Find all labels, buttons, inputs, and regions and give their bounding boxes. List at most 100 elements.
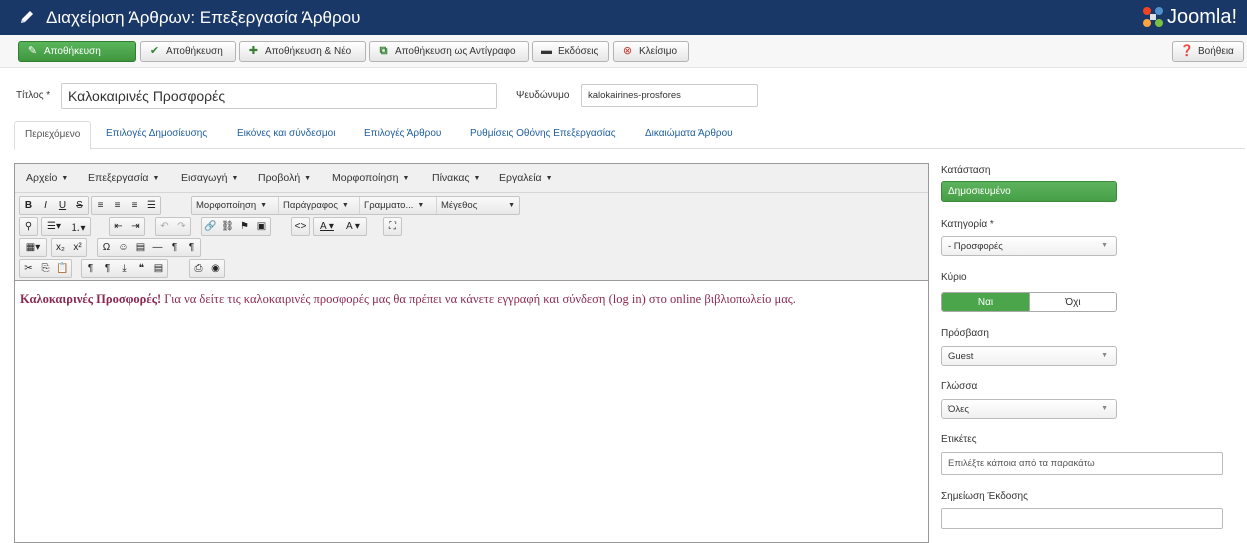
media-icon[interactable]: ▤ — [132, 239, 149, 256]
format-select[interactable]: Μορφοποίηση ▼ — [192, 197, 279, 214]
menu-format[interactable]: Μορφοποίηση ▼ — [332, 172, 409, 184]
tags-input[interactable]: Επιλέξτε κάποια από τα παρακάτω — [941, 452, 1223, 475]
help-button[interactable]: ❓ Βοήθεια — [1172, 41, 1244, 62]
special-char-icon[interactable]: Ω — [98, 239, 115, 256]
text-color-icon[interactable]: A ▾ — [314, 218, 340, 235]
language-select[interactable]: Όλες ▼ — [941, 399, 1117, 419]
chevron-down-icon: ▼ — [1101, 405, 1108, 412]
indent-icon[interactable]: ⇥ — [127, 218, 144, 235]
status-label: Κατάσταση — [941, 165, 991, 176]
outdent-icon[interactable]: ⇤ — [110, 218, 127, 235]
menu-file[interactable]: Αρχείο ▼ — [26, 172, 68, 184]
numbered-list-icon[interactable]: ⒈▾ — [66, 218, 90, 235]
undo-icon[interactable]: ↶ — [156, 218, 173, 235]
menu-edit[interactable]: Επεξεργασία ▼ — [88, 172, 159, 184]
anchor-icon[interactable]: ⚑ — [236, 218, 253, 235]
find-replace-icon[interactable]: ⚲ — [20, 218, 37, 235]
unlink-icon[interactable]: ⛓ — [219, 218, 236, 235]
paragraph-select[interactable]: Παράγραφος ▼ — [279, 197, 360, 214]
bold-icon[interactable]: B — [20, 197, 37, 214]
versions-button[interactable]: ▬ Εκδόσεις — [532, 41, 609, 62]
save-button[interactable]: ✎ Αποθήκευση — [18, 41, 136, 62]
insert-icon[interactable]: ⤓ — [116, 260, 133, 277]
content-bold-text: Καλοκαιρινές Προσφορές! — [20, 292, 162, 306]
link-icon[interactable]: 🔗 — [202, 218, 219, 235]
featured-toggle: Ναι Όχι — [941, 292, 1117, 312]
featured-no-button[interactable]: Όχι — [1029, 293, 1116, 311]
subscript-icon[interactable]: x₂ — [52, 239, 69, 256]
image-icon[interactable]: ▣ — [253, 218, 270, 235]
editor-content[interactable]: Καλοκαιρινές Προσφορές! Για να δείτε τις… — [20, 292, 796, 307]
tab-images-links[interactable]: Εικόνες και σύνδεσμοι — [237, 121, 335, 149]
superscript-icon[interactable]: x² — [69, 239, 86, 256]
page-title: Διαχείριση Άρθρων: Επεξεργασία Άρθρου — [46, 8, 361, 27]
menu-view[interactable]: Προβολή ▼ — [258, 172, 311, 184]
italic-icon[interactable]: I — [37, 197, 54, 214]
clipboard-group: ✂ ⎘ 📋 — [19, 259, 72, 278]
close-button[interactable]: ⊗ Κλείσιμο — [613, 41, 689, 62]
redo-icon[interactable]: ↷ — [173, 218, 190, 235]
title-input[interactable]: Καλοκαιρινές Προσφορές — [61, 83, 497, 109]
save-copy-button[interactable]: ⧉ Αποθήκευση ως Αντίγραφο — [369, 41, 529, 62]
title-label: Τίτλος * — [16, 90, 51, 101]
menu-table[interactable]: Πίνακας ▼ — [432, 172, 480, 184]
save-copy-label: Αποθήκευση ως Αντίγραφο — [395, 46, 516, 57]
joomla-logo[interactable]: Joomla! — [1141, 3, 1237, 31]
tab-content[interactable]: Περιεχόμενο — [14, 121, 92, 150]
access-select[interactable]: Guest ▼ — [941, 346, 1117, 366]
chevron-down-icon: ▼ — [231, 175, 239, 182]
save-new-button[interactable]: ✚ Αποθήκευση & Νέο — [239, 41, 366, 62]
status-select[interactable]: Δημοσιευμένο — [941, 181, 1117, 202]
table-icon[interactable]: ▦▾ — [20, 239, 46, 256]
link-group: 🔗 ⛓ ⚑ ▣ — [201, 217, 271, 236]
tab-edit-screen-settings[interactable]: Ρυθμίσεις Οθόνης Επεξεργασίας — [470, 121, 616, 149]
article-tabs: Περιεχόμενο Επιλογές Δημοσίευσης Εικόνες… — [14, 121, 1245, 150]
text-style-group: B I U S — [19, 196, 89, 215]
menu-tools[interactable]: Εργαλεία ▼ — [499, 172, 553, 184]
editor-menubar: Αρχείο ▼ Επεξεργασία ▼ Εισαγωγή ▼ Προβολή ▼ … — [15, 164, 928, 193]
align-left-icon[interactable]: ≡ — [92, 197, 109, 214]
paste-icon[interactable]: 📋 — [54, 260, 71, 277]
script-group: x₂ x² — [51, 238, 87, 257]
horizontal-rule-icon[interactable]: — — [149, 239, 166, 256]
ltr-icon[interactable]: ¶ — [166, 239, 183, 256]
underline-icon[interactable]: U — [54, 197, 71, 214]
align-justify-icon[interactable]: ☰ — [143, 197, 160, 214]
version-note-input[interactable] — [941, 508, 1223, 529]
template-icon[interactable]: ▤ — [150, 260, 167, 277]
rtl-icon[interactable]: ¶ — [183, 239, 200, 256]
chevron-down-icon: ▼ — [304, 175, 312, 182]
blockquote-icon[interactable]: ❝ — [133, 260, 150, 277]
featured-yes-button[interactable]: Ναι — [942, 293, 1029, 311]
check-icon: ✔ — [149, 45, 160, 57]
save-icon: ✎ — [27, 45, 38, 57]
emoticon-icon[interactable]: ☺ — [115, 239, 132, 256]
tab-article-options[interactable]: Επιλογές Άρθρου — [364, 121, 441, 149]
align-right-icon[interactable]: ≡ — [126, 197, 143, 214]
save-close-button[interactable]: ✔ Αποθήκευση — [140, 41, 236, 62]
alias-input[interactable]: kalokairines-prosfores — [581, 84, 758, 107]
font-size-select[interactable]: Μέγεθος ▼ — [437, 197, 519, 214]
save-new-label: Αποθήκευση & Νέο — [265, 46, 352, 57]
strikethrough-icon[interactable]: S — [71, 197, 88, 214]
cut-icon[interactable]: ✂ — [20, 260, 37, 277]
code-icon[interactable]: <> — [292, 218, 309, 235]
copy-icon[interactable]: ⎘ — [37, 260, 54, 277]
fullscreen-icon[interactable]: ⛶ — [384, 218, 401, 235]
tab-permissions[interactable]: Δικαιώματα Άρθρου — [645, 121, 733, 149]
chevron-down-icon: ▼ — [1101, 352, 1108, 359]
category-value: - Προσφορές — [948, 240, 1003, 252]
tab-publishing[interactable]: Επιλογές Δημοσίευσης — [106, 121, 207, 149]
font-family-select[interactable]: Γραμματο... ▼ — [360, 197, 437, 214]
category-select[interactable]: - Προσφορές ▼ — [941, 236, 1117, 256]
paragraph-icon[interactable]: ¶ — [82, 260, 99, 277]
print-icon[interactable]: ⎙ — [190, 260, 207, 277]
background-color-icon[interactable]: A ▾ — [340, 218, 366, 235]
chevron-down-icon: ▼ — [402, 175, 410, 182]
show-blocks-icon[interactable]: ¶ — [99, 260, 116, 277]
category-label: Κατηγορία * — [941, 219, 994, 230]
menu-insert[interactable]: Εισαγωγή ▼ — [181, 172, 238, 184]
bullet-list-icon[interactable]: ☰▾ — [42, 218, 66, 235]
preview-icon[interactable]: ◉ — [207, 260, 224, 277]
align-center-icon[interactable]: ≡ — [109, 197, 126, 214]
